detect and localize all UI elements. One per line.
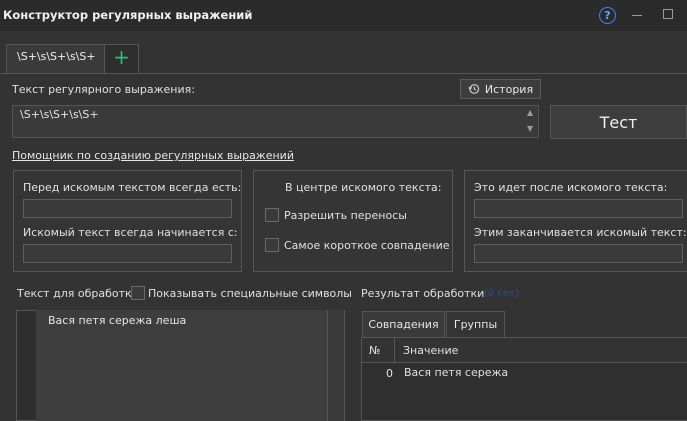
allow-breaks-checkbox[interactable]	[265, 208, 279, 222]
shortest-match-checkbox[interactable]	[265, 238, 279, 252]
maximize-icon[interactable]	[663, 9, 673, 19]
before-label: Перед искомым текстом всегда есть:	[23, 181, 242, 194]
allow-breaks-label: Разрешить переносы	[284, 209, 407, 222]
after-label: Это идет после искомого текста:	[474, 181, 668, 194]
row-index: 0	[386, 367, 393, 380]
regex-value: \S+\s\S+\s\S+	[20, 108, 99, 121]
column-value[interactable]: Значение	[403, 344, 458, 357]
before-input[interactable]	[23, 199, 232, 218]
center-label: В центре искомого текста:	[285, 181, 442, 194]
scroll-up-arrow-icon[interactable]: ▲	[527, 108, 533, 117]
help-icon[interactable]: ?	[599, 7, 616, 24]
ends-label: Этим заканчивается искомый текст:	[474, 226, 687, 239]
row-value[interactable]: Вася петя сережа	[404, 366, 508, 379]
show-special-label: Показывать специальные символы	[148, 287, 352, 300]
starts-label: Искомый текст всегда начинается с:	[23, 226, 238, 239]
tab-matches[interactable]: Совпадения	[362, 311, 445, 337]
tab-regex[interactable]: \S+\s\S+\s\S+	[6, 44, 105, 73]
minimize-icon[interactable]	[632, 15, 642, 16]
scroll-down-arrow-icon[interactable]: ▼	[527, 124, 533, 133]
input-text-body[interactable]: Вася петя сережа леша	[36, 310, 327, 421]
show-special-checkbox[interactable]	[131, 286, 145, 300]
tab-groups[interactable]: Группы	[446, 311, 505, 337]
input-label: Текст для обработки	[17, 287, 139, 300]
helper-link[interactable]: Помощник по созданию регулярных выражени…	[12, 149, 294, 162]
result-time: (0 сек)	[484, 288, 520, 299]
history-icon	[468, 83, 480, 95]
add-tab-button[interactable]: +	[104, 44, 139, 73]
tab-divider	[0, 73, 687, 74]
after-input[interactable]	[474, 199, 683, 218]
column-separator	[394, 338, 395, 363]
ends-input[interactable]	[474, 244, 683, 263]
result-label: Результат обработки	[361, 287, 485, 300]
input-scrollbar[interactable]	[327, 310, 344, 421]
input-text: Вася петя сережа леша	[48, 314, 187, 327]
starts-input[interactable]	[23, 244, 232, 263]
column-index[interactable]: №	[369, 344, 380, 357]
regex-input[interactable]: \S+\s\S+\s\S+	[12, 105, 539, 138]
test-button[interactable]: Тест	[550, 105, 687, 139]
regex-label: Текст регулярного выражения:	[12, 83, 195, 96]
shortest-match-label: Самое короткое совпадение	[284, 239, 450, 252]
history-button[interactable]: История	[460, 79, 541, 99]
window-title: Конструктор регулярных выражений	[3, 8, 253, 22]
history-label: История	[484, 82, 534, 96]
